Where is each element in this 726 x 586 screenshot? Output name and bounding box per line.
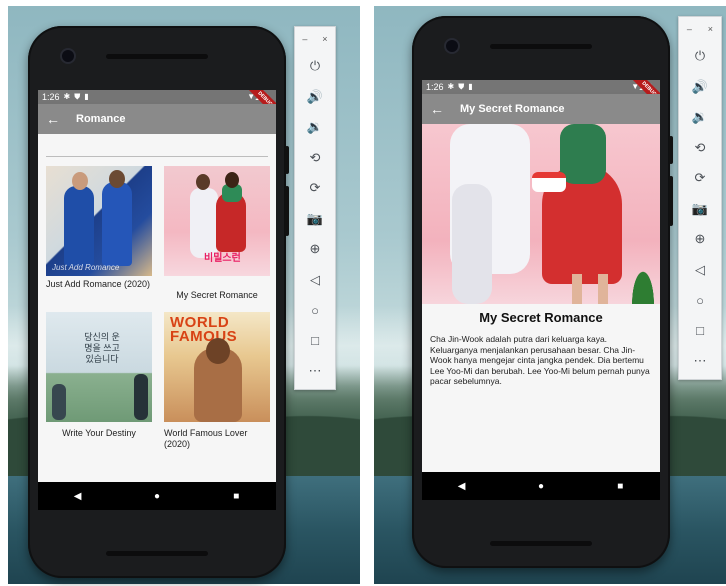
movie-description: Cha Jin-Wook adalah putra dari keluarga … bbox=[430, 334, 650, 386]
emulator-left: 1:26 ✱ ⛊ ▮ ▼◢ ▮ DEBUG ← Romance Just Add… bbox=[0, 0, 360, 586]
movie-poster: WORLD FAMOUS bbox=[164, 312, 270, 422]
movie-grid-view[interactable]: Just Add Romance Just Add Romance (2020)… bbox=[38, 134, 276, 482]
toolbar-window-controls: – × bbox=[295, 27, 335, 51]
back-icon[interactable]: ◁ bbox=[295, 265, 335, 296]
movie-poster: 당신의 운명을 쓰고 있습니다 bbox=[46, 312, 152, 422]
minimize-icon[interactable]: – bbox=[302, 34, 307, 44]
poster-text: 비밀스런 bbox=[204, 253, 241, 264]
rotate-left-icon[interactable]: ⟲ bbox=[295, 143, 335, 174]
emulator-right: 1:26 ✱ ⛊ ▮ ▼◢ ▮ DEBUG ← My Secret Romanc… bbox=[366, 0, 726, 586]
shield-status-icon: ⛊ bbox=[74, 92, 81, 101]
app-screen: 1:26 ✱ ⛊ ▮ ▼◢ ▮ DEBUG ← Romance Just Add… bbox=[38, 90, 276, 510]
sd-card-status-icon: ▮ bbox=[84, 92, 89, 101]
more-icon[interactable]: ⋯ bbox=[679, 346, 721, 377]
status-time: 1:26 bbox=[42, 92, 60, 102]
front-camera bbox=[446, 40, 458, 52]
rotate-right-icon[interactable]: ⟳ bbox=[679, 163, 721, 194]
movie-title: Write Your Destiny bbox=[62, 428, 136, 438]
emulator-toolbar: – × ⏻ 🔊 🔉 ⟲ ⟳ 📷 ⊕ ◁ ○ □ ⋯ bbox=[294, 26, 336, 390]
camera-icon[interactable]: 📷 bbox=[679, 194, 721, 225]
movie-heading: My Secret Romance bbox=[479, 310, 603, 325]
zoom-icon[interactable]: ⊕ bbox=[679, 224, 721, 255]
movie-detail-view[interactable]: My Secret Romance Cha Jin-Wook adalah pu… bbox=[422, 124, 660, 472]
nav-home-icon[interactable]: ● bbox=[511, 481, 571, 492]
volume-key[interactable] bbox=[285, 186, 289, 236]
poster-text: 당신의 운명을 쓰고 있습니다 bbox=[84, 332, 120, 364]
close-icon[interactable]: × bbox=[322, 34, 327, 44]
movie-poster-large bbox=[422, 124, 660, 304]
settings-status-icon: ✱ bbox=[447, 82, 455, 91]
volume-down-icon[interactable]: 🔉 bbox=[295, 112, 335, 143]
page-title: My Secret Romance bbox=[460, 103, 565, 115]
android-nav-bar: ◀ ● ■ bbox=[422, 472, 660, 500]
earpiece bbox=[106, 54, 208, 59]
android-nav-bar: ◀ ● ■ bbox=[38, 482, 276, 510]
overview-icon[interactable]: □ bbox=[295, 326, 335, 357]
bottom-speaker bbox=[106, 551, 208, 556]
settings-status-icon: ✱ bbox=[63, 92, 71, 101]
poster-text: Just Add Romance bbox=[52, 263, 120, 272]
rotate-right-icon[interactable]: ⟳ bbox=[295, 173, 335, 204]
back-arrow-icon[interactable]: ← bbox=[38, 111, 68, 127]
app-screen: 1:26 ✱ ⛊ ▮ ▼◢ ▮ DEBUG ← My Secret Romanc… bbox=[422, 80, 660, 500]
minimize-icon[interactable]: – bbox=[687, 24, 692, 34]
volume-up-icon[interactable]: 🔊 bbox=[679, 72, 721, 103]
volume-key[interactable] bbox=[669, 176, 673, 226]
camera-icon[interactable]: 📷 bbox=[295, 204, 335, 235]
nav-back-icon[interactable]: ◀ bbox=[432, 481, 492, 492]
nav-recents-icon[interactable]: ■ bbox=[206, 491, 266, 502]
front-camera bbox=[62, 50, 74, 62]
page-title: Romance bbox=[76, 113, 126, 125]
app-bar: ← My Secret Romance bbox=[422, 94, 660, 124]
volume-down-icon[interactable]: 🔉 bbox=[679, 102, 721, 133]
divider bbox=[46, 156, 268, 157]
rotate-left-icon[interactable]: ⟲ bbox=[679, 133, 721, 164]
power-key[interactable] bbox=[285, 146, 289, 174]
shield-status-icon: ⛊ bbox=[458, 82, 465, 91]
movie-card-my-secret-romance[interactable]: 비밀스런 My Secret Romance bbox=[164, 166, 270, 301]
app-bar: ← Romance bbox=[38, 104, 276, 134]
back-arrow-icon[interactable]: ← bbox=[422, 101, 452, 117]
movie-card-world-famous-lover[interactable]: WORLD FAMOUS World Famous Lover (2020) bbox=[164, 312, 270, 450]
phone-frame: 1:26 ✱ ⛊ ▮ ▼◢ ▮ DEBUG ← Romance Just Add… bbox=[28, 26, 289, 578]
bottom-speaker bbox=[490, 541, 592, 546]
toolbar-window-controls: – × bbox=[679, 17, 721, 41]
zoom-icon[interactable]: ⊕ bbox=[295, 234, 335, 265]
close-icon[interactable]: × bbox=[708, 24, 713, 34]
volume-up-icon[interactable]: 🔊 bbox=[295, 82, 335, 113]
nav-back-icon[interactable]: ◀ bbox=[48, 491, 108, 502]
overview-icon[interactable]: □ bbox=[679, 316, 721, 347]
power-icon[interactable]: ⏻ bbox=[679, 41, 721, 72]
back-icon[interactable]: ◁ bbox=[679, 255, 721, 286]
movie-card-write-your-destiny[interactable]: 당신의 운명을 쓰고 있습니다 Write Your Destiny bbox=[46, 312, 152, 439]
movie-title: My Secret Romance bbox=[176, 290, 258, 300]
movie-title: World Famous Lover (2020) bbox=[164, 428, 248, 449]
movie-title: Just Add Romance (2020) bbox=[46, 279, 151, 289]
status-time: 1:26 bbox=[426, 82, 444, 92]
status-bar: 1:26 ✱ ⛊ ▮ ▼◢ ▮ DEBUG bbox=[422, 80, 660, 111]
emulator-toolbar: – × ⏻ 🔊 🔉 ⟲ ⟳ 📷 ⊕ ◁ ○ □ ⋯ bbox=[678, 16, 722, 380]
power-icon[interactable]: ⏻ bbox=[295, 51, 335, 82]
more-icon[interactable]: ⋯ bbox=[295, 356, 335, 387]
power-key[interactable] bbox=[669, 136, 673, 164]
status-bar: 1:26 ✱ ⛊ ▮ ▼◢ ▮ DEBUG bbox=[38, 90, 276, 121]
nav-home-icon[interactable]: ● bbox=[127, 491, 187, 502]
nav-recents-icon[interactable]: ■ bbox=[590, 481, 650, 492]
home-icon[interactable]: ○ bbox=[295, 295, 335, 326]
earpiece bbox=[490, 44, 592, 49]
sd-card-status-icon: ▮ bbox=[468, 82, 473, 91]
movie-card-just-add-romance[interactable]: Just Add Romance Just Add Romance (2020) bbox=[46, 166, 152, 290]
phone-frame: 1:26 ✱ ⛊ ▮ ▼◢ ▮ DEBUG ← My Secret Romanc… bbox=[412, 16, 673, 568]
movie-poster: Just Add Romance bbox=[46, 166, 152, 276]
movie-poster: 비밀스런 bbox=[164, 166, 270, 276]
home-icon[interactable]: ○ bbox=[679, 285, 721, 316]
